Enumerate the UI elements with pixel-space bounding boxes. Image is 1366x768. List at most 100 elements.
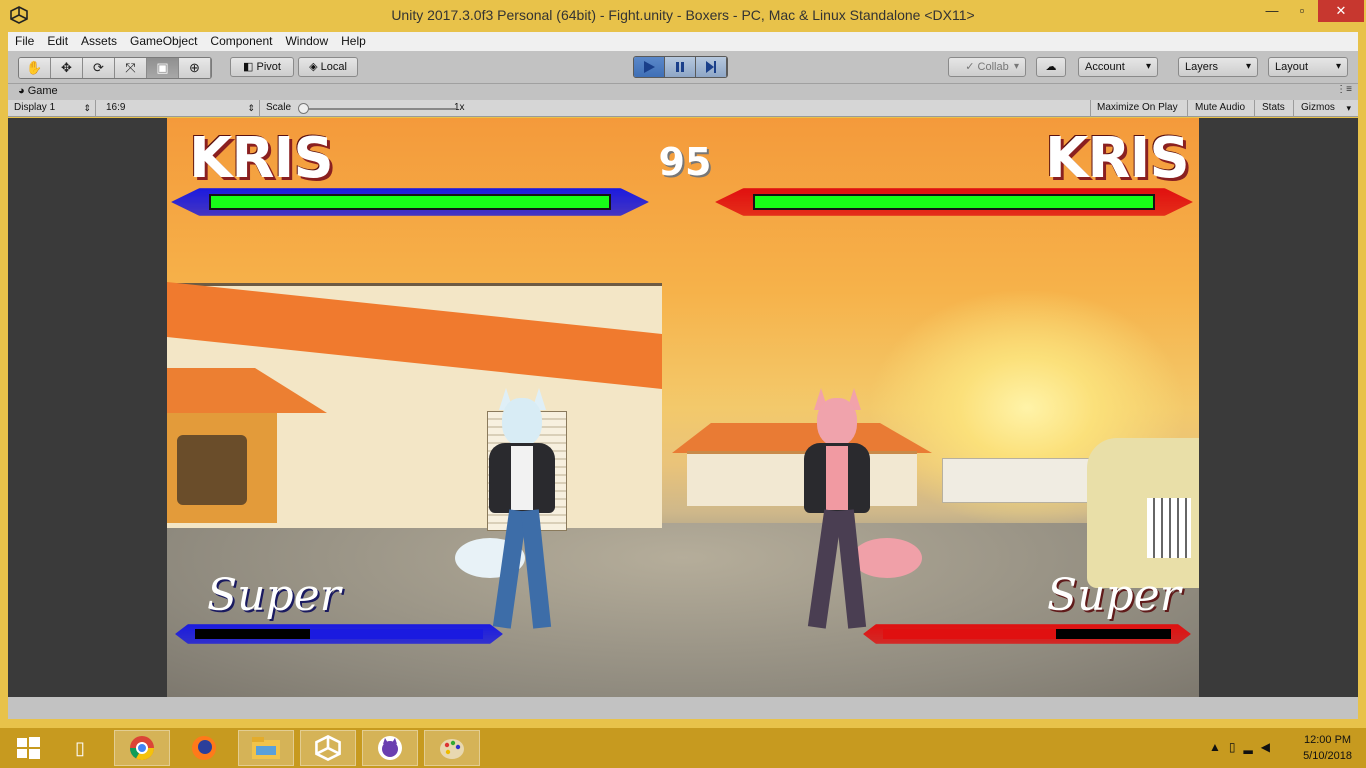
palette-icon: [440, 739, 464, 759]
game-tab-label: Game: [27, 85, 58, 97]
menu-component[interactable]: Component: [203, 32, 278, 48]
play-button[interactable]: [634, 57, 665, 77]
p1-health-fill: [211, 196, 609, 208]
app-purple-icon[interactable]: [362, 730, 418, 766]
account-dropdown[interactable]: Account: [1078, 57, 1158, 77]
layers-dropdown[interactable]: Layers: [1178, 57, 1258, 77]
step-button[interactable]: [696, 57, 727, 77]
tab-game[interactable]: ◕ Game: [10, 84, 64, 100]
move-tool-icon[interactable]: ✥: [51, 58, 83, 78]
menu-edit[interactable]: Edit: [40, 32, 74, 48]
updown-icon: ⇕: [247, 103, 255, 113]
updown-icon: ⇕: [83, 103, 91, 113]
aspect-dropdown[interactable]: 16:9 ⇕: [100, 100, 260, 117]
p2-super-bar: [863, 624, 1191, 644]
p2-tail: [852, 538, 922, 578]
shed-window: [177, 435, 247, 505]
p1-super-bar: [175, 624, 503, 644]
menu-assets[interactable]: Assets: [74, 32, 123, 48]
semi-truck: [1087, 438, 1199, 588]
folder-icon: [252, 737, 280, 759]
local-toggle[interactable]: ◈ Local: [298, 57, 358, 77]
rotate-tool-icon[interactable]: ⟳: [83, 58, 115, 78]
status-bar: [8, 697, 1358, 719]
close-button[interactable]: ✕: [1318, 0, 1364, 22]
scale-slider-knob[interactable]: [298, 103, 309, 114]
volume-icon[interactable]: ◀: [1261, 740, 1278, 754]
scale-slider-track[interactable]: [304, 108, 456, 110]
gizmos-dropdown[interactable]: Gizmos ▾: [1295, 100, 1355, 117]
menu-file[interactable]: File: [8, 32, 40, 48]
battery-icon[interactable]: ▯: [1229, 740, 1244, 754]
display-dropdown[interactable]: Display 1 ⇕: [8, 100, 96, 117]
p2-head: [817, 398, 857, 446]
p2-name: KRIS: [1045, 126, 1190, 191]
maximize-button[interactable]: ▫: [1286, 0, 1318, 22]
minimize-button[interactable]: —: [1256, 0, 1288, 22]
p2-super-track: [883, 629, 1171, 639]
p2-super-label: Super: [1047, 570, 1181, 621]
p2-shirt: [826, 446, 848, 510]
file-icon[interactable]: ▯: [52, 730, 108, 766]
truck-grill: [1147, 498, 1191, 558]
file-explorer-icon[interactable]: [238, 730, 294, 766]
paint-icon[interactable]: [424, 730, 480, 766]
transform-tool-icon[interactable]: ⊕: [179, 58, 211, 78]
window-title: Unity 2017.3.0f3 Personal (64bit) - Figh…: [391, 7, 975, 23]
chrome-icon[interactable]: [114, 730, 170, 766]
menu-bar: File Edit Assets GameObject Component Window H…: [8, 32, 1358, 51]
clock-time: 12:00 PM: [1303, 734, 1352, 746]
step-icon: [706, 61, 716, 73]
local-icon: ◈: [309, 61, 321, 73]
maximize-label: Maximize On Play: [1097, 102, 1178, 113]
player2-fighter: [792, 388, 922, 648]
unity-taskbar-icon: [315, 735, 341, 761]
cloud-icon: ☁: [1045, 61, 1057, 73]
layers-label: Layers: [1185, 61, 1219, 73]
pivot-toggle[interactable]: ◧ Pivot: [230, 57, 294, 77]
player1-fighter: [455, 388, 567, 648]
pause-icon: [676, 62, 684, 72]
tab-menu-icon[interactable]: ⋮≡: [1336, 84, 1352, 95]
main-toolbar: ✋ ✥ ⟳ ⤧ ▣ ⊕ ◧ Pivot ◈ Local ✓ Collab ▾ ☁…: [8, 51, 1358, 84]
maximize-on-play-toggle[interactable]: Maximize On Play: [1090, 100, 1188, 117]
pivot-icon: ◧: [243, 61, 257, 73]
rect-tool-icon[interactable]: ▣: [147, 58, 179, 78]
game-tab-bar: ◕ Game ⋮≡: [8, 84, 1358, 100]
menu-window[interactable]: Window: [278, 32, 334, 48]
windows-start-icon[interactable]: [0, 730, 56, 766]
menu-help[interactable]: Help: [334, 32, 372, 48]
account-label: Account: [1085, 61, 1125, 73]
p1-head: [502, 398, 542, 446]
layout-dropdown[interactable]: Layout: [1268, 57, 1348, 77]
firefox-icon[interactable]: [176, 730, 232, 766]
signal-icon[interactable]: ▂: [1244, 740, 1261, 754]
collab-dropdown[interactable]: ✓ Collab: [948, 57, 1026, 77]
unity-icon[interactable]: [300, 730, 356, 766]
scale-tool-icon[interactable]: ⤧: [115, 58, 147, 78]
menu-gameobject[interactable]: GameObject: [123, 32, 203, 48]
cat-app-icon: [378, 736, 402, 760]
taskbar-clock[interactable]: 12:00 PM 5/10/2018: [1303, 732, 1352, 764]
p1-super-label: Super: [207, 570, 341, 621]
p2-super-fill: [883, 629, 1056, 639]
stats-toggle[interactable]: Stats: [1256, 100, 1294, 117]
game-screen[interactable]: KRIS KRIS 95 Super Super: [167, 118, 1199, 697]
collab-label: Collab: [977, 61, 1009, 73]
p1-shirt: [511, 446, 533, 510]
dropdown-arrow-icon: ▾: [1346, 103, 1351, 113]
stats-label: Stats: [1262, 102, 1285, 113]
hand-tool-icon[interactable]: ✋: [19, 58, 51, 78]
title-bar: Unity 2017.3.0f3 Personal (64bit) - Figh…: [0, 0, 1366, 32]
layout-label: Layout: [1275, 61, 1309, 73]
pause-button[interactable]: [665, 57, 696, 77]
windows-logo-icon: [17, 737, 40, 759]
cloud-button[interactable]: ☁: [1036, 57, 1066, 77]
p1-super-track: [195, 629, 483, 639]
p1-leg: [520, 509, 552, 629]
mute-audio-toggle[interactable]: Mute Audio: [1189, 100, 1255, 117]
aspect-label: 16:9: [106, 102, 126, 113]
tray-expand-icon[interactable]: ▲: [1209, 740, 1229, 754]
p1-health-bar: [171, 188, 649, 216]
mute-label: Mute Audio: [1195, 102, 1246, 113]
